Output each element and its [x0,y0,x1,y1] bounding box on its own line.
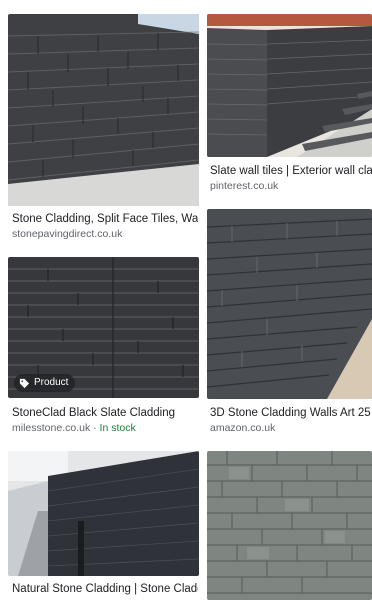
stock-status: In stock [99,422,136,434]
product-badge: Product [14,374,76,392]
tag-icon [19,378,30,389]
product-badge-label: Product [34,377,69,388]
result-source-2: pinterest.co.uk [210,180,279,192]
result-thumbnail-1[interactable] [8,14,199,206]
result-thumbnail-6[interactable] [207,451,372,600]
result-thumbnail-5[interactable] [8,451,199,576]
result-title-3[interactable]: StoneClad Black Slate Cladding [12,406,198,420]
result-thumbnail-2[interactable] [207,14,372,157]
result-source-1: stonepavingdirect.co.uk [12,228,123,240]
result-source-3: milesstone.co.uk · In stock [12,422,136,435]
separator-dot: · [93,422,97,434]
result-title-2[interactable]: Slate wall tiles | Exterior wall claddin… [210,164,372,178]
result-title-1[interactable]: Stone Cladding, Split Face Tiles, Wall… [12,212,198,226]
result-source-4: amazon.co.uk [210,422,276,434]
result-title-4[interactable]: 3D Stone Cladding Walls Art 25 PCS [210,406,372,420]
result-title-5[interactable]: Natural Stone Cladding | Stone Cladd… [12,582,198,596]
result-source-3-domain: milesstone.co.uk [12,422,91,434]
result-thumbnail-3[interactable]: Product [8,257,199,398]
result-thumbnail-4[interactable] [207,209,372,399]
